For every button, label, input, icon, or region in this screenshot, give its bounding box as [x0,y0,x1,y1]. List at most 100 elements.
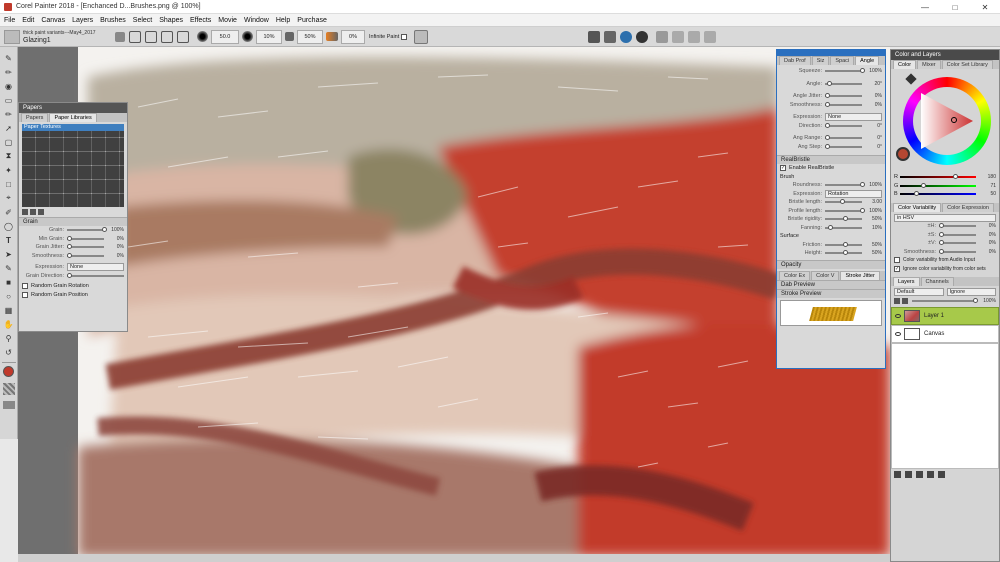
blender-icon[interactable]: ✏ [3,108,15,120]
tab-spacing[interactable]: Spaci [830,56,855,65]
layer-row-canvas[interactable]: Canvas [891,325,999,343]
smoothness-value[interactable]: 0% [104,253,124,259]
shape-select-icon[interactable]: ➤ [3,248,15,260]
menu-select[interactable]: Select [133,17,152,24]
friction-value[interactable]: 50% [862,242,882,248]
resaturation-field[interactable]: 0% [341,29,365,44]
horizontal-scrollbar[interactable] [18,554,890,562]
magic-wand-icon[interactable]: ✦ [3,164,15,176]
r-value[interactable]: 180 [976,174,996,180]
layer-group-icon[interactable] [916,471,923,478]
layer-visibility-icon[interactable] [895,314,901,318]
grain-slider[interactable] [67,227,108,233]
delete-layer-icon[interactable] [938,471,945,478]
tab-color[interactable]: Color [893,60,917,69]
enable-realbristle-checkbox[interactable]: ✓ [780,165,786,172]
shape-icon[interactable]: ◯ [3,220,15,232]
crop-icon[interactable]: ⌖ [3,192,15,204]
squeeze-slider[interactable] [825,68,866,74]
menu-edit[interactable]: Edit [22,17,34,24]
reset-tool-icon[interactable] [115,31,125,42]
current-color-swatch[interactable] [896,147,910,161]
bristle-expression-dropdown[interactable]: Rotation [825,189,882,198]
hue-variability-slider[interactable] [939,223,976,229]
menu-purchase[interactable]: Purchase [297,17,327,24]
infinite-paint-checkbox[interactable] [401,33,408,40]
canvas-area[interactable] [18,47,890,562]
divine-proportion-icon[interactable]: ▦ [3,304,15,316]
canvas-layer-name[interactable]: Canvas [924,331,944,337]
layer-adjuster-icon[interactable]: ➚ [3,122,15,134]
menu-canvas[interactable]: Canvas [41,17,65,24]
menu-shapes[interactable]: Shapes [159,17,183,24]
tab-color-expression[interactable]: Color Ex [779,270,811,280]
profile-length-value[interactable]: 100% [862,208,882,214]
bristle-rigidity-slider[interactable] [825,216,862,222]
size-field[interactable]: 50.0 [211,29,239,44]
bristle-rigidity-value[interactable]: 50% [862,216,882,222]
pen-icon[interactable]: ✐ [3,206,15,218]
grain-field[interactable]: 50% [297,29,323,44]
tab-stroke-jitter[interactable]: Stroke Jitter [840,270,880,280]
menu-effects[interactable]: Effects [190,17,211,24]
rectangle-select-icon[interactable]: ▢ [3,136,15,148]
ang-range-value[interactable]: 0° [862,135,882,141]
canvas-visibility-icon[interactable] [895,332,901,336]
grain-expression-dropdown[interactable]: None [67,263,124,272]
close-button[interactable]: ✕ [970,0,1000,14]
dropper-tool-icon[interactable]: ✏ [3,66,15,78]
g-slider[interactable] [900,182,976,188]
straight-line-icon[interactable] [161,30,173,43]
angle-smoothness-slider[interactable] [825,101,862,107]
paint-bucket-icon[interactable]: ◉ [3,80,15,92]
dynamic-plugin-icon[interactable] [927,471,934,478]
random-rotation-checkbox[interactable] [22,283,28,290]
menu-layers[interactable]: Layers [72,17,93,24]
dropper-icon[interactable] [620,30,633,43]
grabber-icon[interactable]: ✋ [3,318,15,330]
menu-window[interactable]: Window [244,17,269,24]
composite-depth-dropdown[interactable]: Ignore [946,288,996,297]
r-slider[interactable] [900,174,976,180]
height-value[interactable]: 50% [862,250,882,256]
tab-angle[interactable]: Angle [855,56,880,65]
sv-marker[interactable] [951,117,957,123]
tab-color-variability-brush[interactable]: Color V [811,270,840,280]
stroke-type-icon[interactable] [129,30,141,43]
fanning-value[interactable]: 10% [862,225,882,231]
height-slider[interactable] [825,250,862,256]
variability-smoothness-slider[interactable] [939,248,976,254]
profile-length-slider[interactable] [825,207,866,213]
roundness-slider[interactable] [825,182,866,188]
brush-selector-icon[interactable] [4,29,20,44]
hue-variability-value[interactable]: 0% [976,223,996,229]
grain-direction-slider[interactable] [67,272,124,278]
search-icon[interactable] [672,30,685,43]
layer-opacity-value[interactable]: 100% [976,298,996,304]
ang-step-slider[interactable] [825,143,862,149]
color-wheel[interactable] [891,69,999,173]
g-value[interactable]: 71 [976,183,996,189]
tab-layers[interactable]: Layers [893,277,920,286]
audio-variability-checkbox[interactable] [894,257,900,264]
realbristle-section-header[interactable]: RealBristle [777,155,885,164]
new-layer-icon[interactable] [894,471,901,478]
angle-value[interactable]: 20° [862,81,882,87]
pattern-swatch[interactable] [2,401,15,409]
eraser-icon[interactable]: ▭ [3,94,15,106]
layer-options-icon[interactable] [902,297,908,304]
dodge-icon[interactable]: ○ [3,290,15,302]
angle-slider[interactable] [825,80,862,86]
transform-icon[interactable]: □ [3,178,15,190]
eyedropper-icon[interactable] [905,73,917,85]
brush-library-icon[interactable] [656,30,669,43]
tool-settings-icon[interactable] [704,30,717,43]
grain-section-header[interactable]: Grain [19,217,127,226]
layer-opacity-slider[interactable] [912,297,978,303]
bristle-length-value[interactable]: 3.00 [862,199,882,205]
b-value[interactable]: 50 [976,191,996,197]
lasso-icon[interactable]: ⧗ [3,150,15,162]
dab-preview-header[interactable]: Dab Preview [777,279,885,289]
ignore-color-sets-checkbox[interactable]: ✓ [894,265,900,272]
ang-step-value[interactable]: 0° [862,144,882,150]
